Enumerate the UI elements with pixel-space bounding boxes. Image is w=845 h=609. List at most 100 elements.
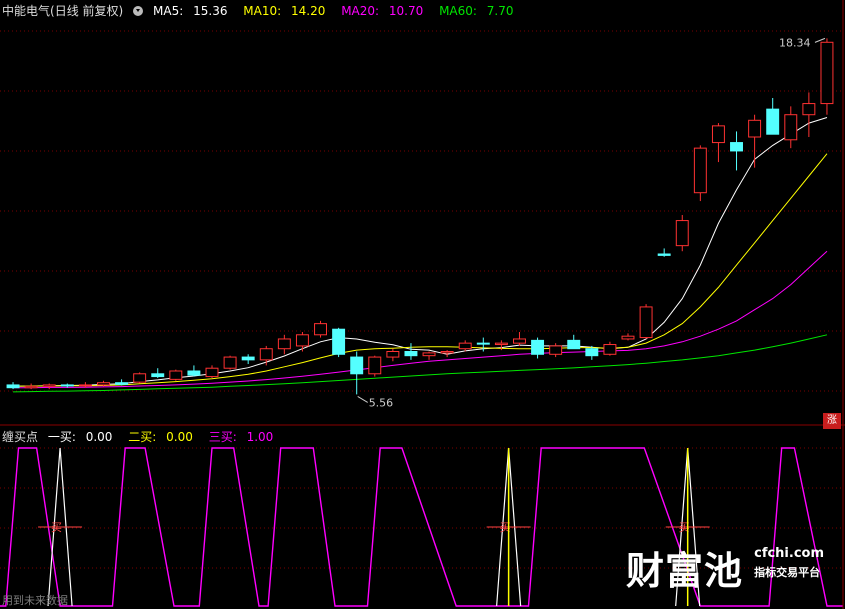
candle-body-up [368, 356, 382, 375]
candle [802, 92, 816, 137]
candle-body-up [97, 382, 110, 386]
candle-body-up [748, 119, 762, 138]
settings-icon[interactable] [133, 6, 144, 16]
candle [115, 379, 129, 386]
candle-body-down [6, 384, 20, 389]
ma10-value: 14.20 [291, 4, 326, 18]
candle-body-up [169, 370, 183, 380]
ma20-legend: MA20: 10.70 [341, 4, 429, 18]
candle-body-up [440, 351, 454, 354]
high-price-label: 18.34 [779, 36, 811, 49]
candle-body-up [675, 220, 689, 247]
candle-body-down [476, 342, 490, 345]
candle [422, 351, 436, 360]
ma60-value: 7.70 [486, 4, 514, 18]
ma5-label: MA5: [153, 4, 184, 18]
candle [639, 304, 653, 339]
candle [748, 114, 762, 168]
candle [332, 327, 346, 358]
candle [513, 332, 526, 346]
buy1-legend: 一买: 0.00 [48, 430, 119, 444]
buy2-legend: 二买: 0.00 [128, 430, 199, 444]
candle-body-up [42, 384, 56, 387]
no-future-data-note: 用到未来数据 [2, 594, 68, 607]
candle-body-up [277, 338, 291, 350]
candle-body-up [223, 356, 237, 369]
candle-body-up [422, 352, 436, 357]
candle [350, 351, 364, 395]
candle [241, 354, 255, 365]
candle [6, 382, 20, 390]
candle-body-up [386, 351, 400, 358]
candle [169, 369, 183, 381]
candle-body-up [621, 335, 635, 340]
candle-body-down [730, 142, 743, 152]
buy2-value: 0.00 [166, 430, 193, 444]
candle [24, 383, 38, 390]
candle [205, 365, 219, 378]
candle [404, 343, 418, 360]
candle [277, 334, 291, 355]
candle-body-up [802, 103, 816, 116]
candle [223, 355, 237, 370]
candle-body-up [784, 114, 798, 141]
main-chart-header: 中能电气(日线 前复权) MA5: 15.36 MA10: 14.20 MA20… [2, 2, 526, 19]
period-label: (日线 前复权) [50, 4, 124, 18]
ma5-value: 15.36 [193, 4, 228, 18]
ma60-legend: MA60: 7.70 [439, 4, 519, 18]
candle [458, 340, 472, 352]
candle-body-up [639, 306, 653, 339]
candle [368, 355, 382, 377]
candle-body-up [259, 348, 273, 361]
buy1-label: 一买: [47, 430, 76, 444]
candle-body-down [657, 253, 671, 256]
candle-body-down [187, 370, 201, 376]
buy1-value: 0.00 [85, 430, 113, 444]
candle-body-up [549, 345, 563, 355]
ma20-label: MA20: [341, 4, 380, 18]
candle-body-up [711, 125, 725, 144]
candle-body-up [295, 334, 309, 347]
rise-badge[interactable]: 涨 [823, 413, 841, 429]
candle-body-up [133, 373, 147, 383]
candle-body-down [115, 382, 129, 385]
candle-body-up [603, 344, 617, 355]
ma20-line [13, 250, 828, 389]
candle-body-down [60, 384, 74, 387]
buy3-value: 1.00 [246, 430, 274, 444]
candle-body-down [350, 356, 364, 375]
candlesticks [6, 38, 834, 395]
candle-body-down [404, 351, 418, 357]
low-price-label: 5.56 [369, 396, 394, 409]
candle-body-up [205, 367, 219, 378]
candle-body-up [693, 147, 707, 194]
buy3-label: 三买: [208, 430, 237, 444]
candle [531, 337, 545, 359]
candle-body-up [820, 41, 834, 105]
ma5-legend: MA5: 15.36 [153, 4, 233, 18]
candle [784, 106, 798, 149]
candle-body-down [241, 356, 255, 361]
ma60-line [12, 334, 828, 393]
candle [711, 123, 725, 163]
stock-chart[interactable]: 18.34 5.56 一买 一买 一买 [0, 0, 845, 609]
candle [42, 383, 56, 390]
candle-body-up [78, 384, 92, 387]
watermark: 财富池 cfchi.com 指标交易平台 [626, 540, 824, 595]
candle [259, 345, 273, 366]
candle-body-down [332, 328, 346, 355]
candle [314, 320, 327, 338]
ma60-label: MA60: [439, 4, 477, 18]
candle [151, 368, 165, 378]
ma20-value: 10.70 [388, 4, 424, 18]
indicator-name: 缠买点 [2, 430, 39, 444]
buy3-legend: 三买: 1.00 [209, 430, 280, 444]
candle-body-up [24, 385, 38, 389]
candle [603, 341, 617, 356]
watermark-slogan: 指标交易平台 [754, 566, 821, 579]
low-price-arrow [357, 395, 368, 403]
candle-body-up [513, 338, 526, 344]
candle [295, 332, 309, 352]
buy2-label: 二买: [128, 430, 157, 444]
indicator-header: 缠买点 一买: 0.00 二买: 0.00 三买: 1.00 [2, 428, 285, 445]
